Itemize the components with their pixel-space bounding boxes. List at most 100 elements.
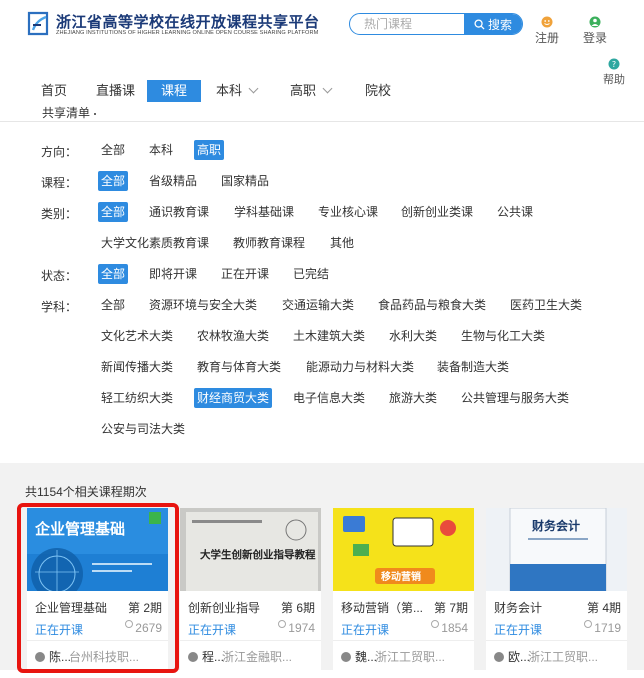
register-label: 注册 xyxy=(534,31,559,45)
filter-subject-option[interactable]: 水利大类 xyxy=(386,326,440,346)
course-name[interactable]: 企业管理基础 xyxy=(35,599,119,616)
course-cover-image[interactable]: 大学生创新创业指导教程 xyxy=(180,508,321,591)
teacher-name: 魏... xyxy=(355,650,378,664)
chevron-down-icon xyxy=(322,83,333,94)
filter-status-label: 状态： xyxy=(41,269,78,283)
nav-institutions[interactable]: 院校 xyxy=(365,80,391,102)
filter-course-provincial[interactable]: 省级精品 xyxy=(146,171,200,191)
course-school: 浙江工贸职... xyxy=(375,650,446,664)
course-card[interactable]: 移动营销 移动营销（第... 第 7期 正在开课 1854 魏... 浙江工贸职… xyxy=(333,508,474,678)
nav-home[interactable]: 首页 xyxy=(41,80,67,102)
course-school: 浙江工贸职... xyxy=(528,650,599,664)
filter-status-upcoming[interactable]: 即将开课 xyxy=(146,264,200,284)
course-teacher: 陈... xyxy=(35,648,71,665)
register-button[interactable]: 注册 xyxy=(532,16,562,46)
filter-subject-option[interactable]: 电子信息大类 xyxy=(290,388,368,408)
filter-status-ongoing[interactable]: 正在开课 xyxy=(218,264,272,284)
filter-subject-option[interactable]: 生物与化工大类 xyxy=(458,326,548,346)
filter-subject-option[interactable]: 装备制造大类 xyxy=(434,357,512,377)
course-cover-title: 财务会计 xyxy=(531,518,580,533)
main-nav: 首页 直播课 课程 本科 高职 院校 xyxy=(0,80,644,102)
filter-category-label: 类别： xyxy=(41,207,78,221)
filter-subject-option[interactable]: 农林牧渔大类 xyxy=(194,326,272,346)
filter-subject-option[interactable]: 文化艺术大类 xyxy=(98,326,176,346)
filter-subject-option[interactable]: 轻工纺织大类 xyxy=(98,388,176,408)
course-period: 第 7期 xyxy=(433,601,468,615)
filter-course-national[interactable]: 国家精品 xyxy=(218,171,272,191)
filter-subject-option[interactable]: 资源环境与安全大类 xyxy=(146,295,260,315)
course-card[interactable]: 财务会计 财务会计 第 4期 正在开课 1719 欧... 浙江工贸职... xyxy=(486,508,627,678)
register-icon xyxy=(541,16,553,28)
nav-undergraduate[interactable]: 本科 xyxy=(216,80,259,102)
course-cover-title: 大学生创新创业指导教程 xyxy=(200,548,316,561)
course-learners: 1854 xyxy=(431,621,468,635)
course-name[interactable]: 移动营销（第... xyxy=(341,599,425,616)
card-divider xyxy=(333,640,474,641)
filter-direction-vocational[interactable]: 高职 xyxy=(194,140,225,160)
filter-category-general[interactable]: 通识教育课 xyxy=(146,202,212,222)
nav-undergraduate-label: 本科 xyxy=(216,83,243,98)
teacher-name: 陈... xyxy=(49,650,72,664)
filter-subject-option[interactable]: 土木建筑大类 xyxy=(290,326,368,346)
filter-category-public[interactable]: 公共课 xyxy=(494,202,536,222)
course-name[interactable]: 创新创业指导 xyxy=(188,599,272,616)
filter-category-basic[interactable]: 学科基础课 xyxy=(231,202,297,222)
filter-status-all[interactable]: 全部 xyxy=(98,264,129,284)
filter-subject-option-selected[interactable]: 财经商贸大类 xyxy=(194,388,273,408)
search-box: 搜索 xyxy=(349,13,523,35)
filter-category-teacher[interactable]: 教师教育课程 xyxy=(230,233,308,253)
course-card[interactable]: 大学生创新创业指导教程 创新创业指导 第 6期 正在开课 1974 程... 浙… xyxy=(180,508,321,678)
filter-subject-option[interactable]: 医药卫生大类 xyxy=(507,295,585,315)
course-status: 正在开课 xyxy=(35,623,84,637)
filter-course-label: 课程： xyxy=(41,176,78,190)
course-period: 第 4期 xyxy=(586,601,621,615)
login-button[interactable]: 登录 xyxy=(580,16,610,46)
help-icon: ? xyxy=(608,58,620,70)
course-status: 正在开课 xyxy=(494,623,543,637)
filter-subject-label: 学科： xyxy=(41,300,78,314)
filter-subject-option[interactable]: 教育与体育大类 xyxy=(194,357,284,377)
nav-live[interactable]: 直播课 xyxy=(96,80,135,102)
filter-subject-option[interactable]: 公安与司法大类 xyxy=(98,419,188,439)
search-input[interactable] xyxy=(350,14,466,34)
course-school: 浙江金融职... xyxy=(222,650,293,664)
search-button[interactable]: 搜索 xyxy=(464,14,522,34)
filter-category-all[interactable]: 全部 xyxy=(98,202,129,222)
filter-subject-option[interactable]: 公共管理与服务大类 xyxy=(458,388,572,408)
filter-category-other[interactable]: 其他 xyxy=(327,233,357,253)
filter-category-culture[interactable]: 大学文化素质教育课 xyxy=(98,233,212,253)
course-name[interactable]: 财务会计 xyxy=(494,599,578,616)
avatar xyxy=(35,652,45,662)
filter-course-all[interactable]: 全部 xyxy=(98,171,129,191)
filter-direction-all[interactable]: 全部 xyxy=(98,140,128,160)
filter-subject-option[interactable]: 新闻传播大类 xyxy=(98,357,176,377)
course-cover-image[interactable]: 移动营销 xyxy=(333,508,474,591)
filter-subject-option[interactable]: 食品药品与粮食大类 xyxy=(375,295,489,315)
filter-subject-option[interactable]: 旅游大类 xyxy=(386,388,440,408)
filter-direction-label: 方向： xyxy=(41,145,78,159)
filter-direction-undergraduate[interactable]: 本科 xyxy=(146,140,176,160)
site-title[interactable]: 浙江省高等学校在线开放课程共享平台 xyxy=(56,11,320,32)
nav-share-list[interactable]: 共享清单 xyxy=(42,104,96,121)
platform-logo-icon[interactable] xyxy=(26,10,50,38)
filter-subject-option[interactable]: 能源动力与材料大类 xyxy=(303,357,417,377)
filter-category-innovation[interactable]: 创新创业类课 xyxy=(398,202,476,222)
course-cover-image[interactable]: 财务会计 xyxy=(486,508,627,591)
filter-status-finished[interactable]: 已完结 xyxy=(290,264,332,284)
avatar xyxy=(341,652,351,662)
avatar xyxy=(188,652,198,662)
login-icon xyxy=(589,16,601,28)
filter-subject-option[interactable]: 交通运输大类 xyxy=(279,295,357,315)
nav-courses[interactable]: 课程 xyxy=(147,80,201,102)
filter-subject-option[interactable]: 全部 xyxy=(98,295,128,315)
nav-vocational[interactable]: 高职 xyxy=(290,80,333,102)
course-cover-image[interactable]: 企业管理基础 xyxy=(27,508,168,591)
search-icon xyxy=(474,18,485,30)
results-count: 共1154个相关课程期次 xyxy=(25,485,147,499)
course-teacher: 程... xyxy=(188,648,224,665)
course-school: 台州科技职... xyxy=(69,650,140,664)
filter-category-core[interactable]: 专业核心课 xyxy=(315,202,381,222)
header: 浙江省高等学校在线开放课程共享平台 ZHEJIANG INSTITUTIONS … xyxy=(0,0,644,120)
course-card[interactable]: 企业管理基础 企业管理基础 第 2期 正在开课 2679 陈... 台州科技职.… xyxy=(27,508,168,678)
teacher-name: 程... xyxy=(202,650,225,664)
